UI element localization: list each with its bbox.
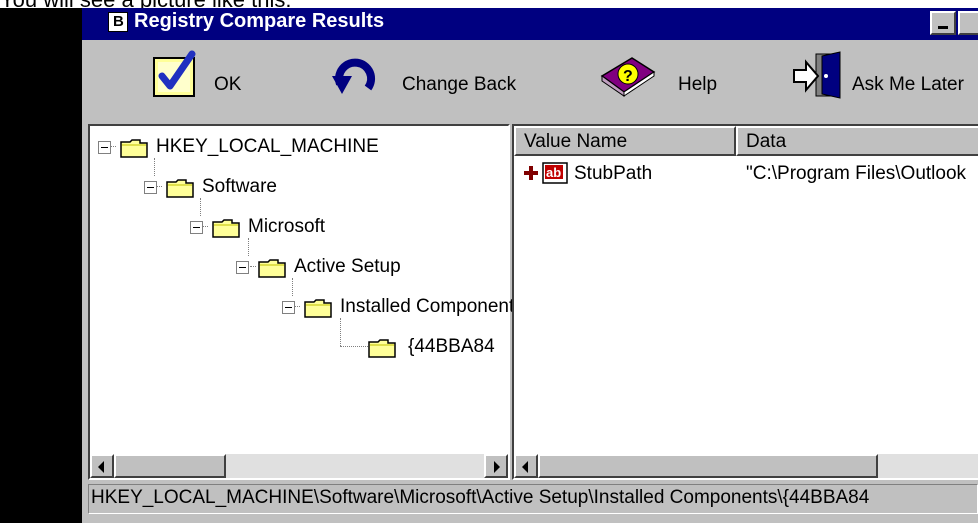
scroll-thumb[interactable] <box>538 454 878 478</box>
tree-item-label: Installed Components <box>340 296 524 317</box>
ok-button[interactable]: OK <box>152 40 262 124</box>
svg-text:?: ? <box>623 68 633 85</box>
help-button[interactable]: ? Help <box>598 40 728 124</box>
collapse-icon[interactable] <box>282 301 295 314</box>
value-name-cell: StubPath <box>574 163 653 184</box>
values-horizontal-scrollbar[interactable] <box>514 454 978 478</box>
string-value-icon: ab <box>542 162 568 184</box>
scroll-right-button[interactable] <box>484 454 508 478</box>
scroll-left-button[interactable] <box>90 454 114 478</box>
left-black-border <box>0 8 82 523</box>
folder-icon <box>120 139 148 158</box>
app-icon: B <box>108 12 128 32</box>
status-bar: HKEY_LOCAL_MACHINE\Software\Microsoft\Ac… <box>88 484 978 514</box>
ask-me-later-button[interactable]: Ask Me Later <box>792 40 978 124</box>
svg-text:ab: ab <box>546 165 561 180</box>
tree-item-label: Software <box>202 176 277 197</box>
minimize-icon <box>938 26 948 29</box>
minimize-button[interactable] <box>930 11 956 35</box>
tree-horizontal-scrollbar[interactable] <box>90 454 508 478</box>
undo-arrow-icon <box>332 58 376 94</box>
folder-icon <box>212 219 240 238</box>
help-book-icon: ? <box>600 57 656 97</box>
column-header-value-name[interactable]: Value Name <box>514 126 736 156</box>
values-list-pane[interactable]: Value Name Data ab StubPath "C:\Program … <box>512 124 978 480</box>
right-arrow-icon <box>494 461 500 473</box>
exit-door-icon <box>793 51 841 99</box>
tree-item-label: Active Setup <box>294 256 401 277</box>
folder-icon <box>304 299 332 318</box>
value-data-cell: "C:\Program Files\Outlook <box>746 163 967 184</box>
help-label: Help <box>678 74 718 95</box>
registry-compare-window: B Registry Compare Results OK Change Bac… <box>82 8 978 523</box>
scroll-thumb[interactable] <box>114 454 226 478</box>
folder-icon <box>368 339 396 358</box>
tree-item-label: Microsoft <box>248 216 326 237</box>
tree-item-label: {44BBA84 <box>408 336 495 357</box>
status-path: HKEY_LOCAL_MACHINE\Software\Microsoft\Ac… <box>91 487 870 508</box>
left-arrow-icon <box>522 461 528 473</box>
ask-me-later-label: Ask Me Later <box>852 74 964 95</box>
column-header-data[interactable]: Data <box>736 126 978 156</box>
plus-added-icon <box>524 166 538 180</box>
folder-icon <box>166 179 194 198</box>
title-bar[interactable]: B Registry Compare Results <box>82 8 978 40</box>
window-title: Registry Compare Results <box>134 10 385 32</box>
collapse-icon[interactable] <box>144 181 157 194</box>
maximize-button[interactable] <box>958 11 978 35</box>
collapse-icon[interactable] <box>98 141 111 154</box>
tree-item-label: HKEY_LOCAL_MACHINE <box>156 136 379 157</box>
collapse-icon[interactable] <box>190 221 203 234</box>
checkbox-check-icon <box>153 50 196 97</box>
ok-label: OK <box>214 74 242 95</box>
folder-icon <box>258 259 286 278</box>
left-arrow-icon <box>98 461 104 473</box>
change-back-label: Change Back <box>402 74 517 95</box>
toolbar: OK Change Back ? Help Ask Me Later <box>82 40 978 124</box>
collapse-icon[interactable] <box>236 261 249 274</box>
scroll-left-button[interactable] <box>514 454 538 478</box>
list-row[interactable]: ab StubPath "C:\Program Files\Outlook <box>514 160 978 190</box>
registry-tree-pane[interactable]: HKEY_LOCAL_MACHINE Software Microsoft Ac… <box>88 124 524 480</box>
change-back-button[interactable]: Change Back <box>332 40 542 124</box>
